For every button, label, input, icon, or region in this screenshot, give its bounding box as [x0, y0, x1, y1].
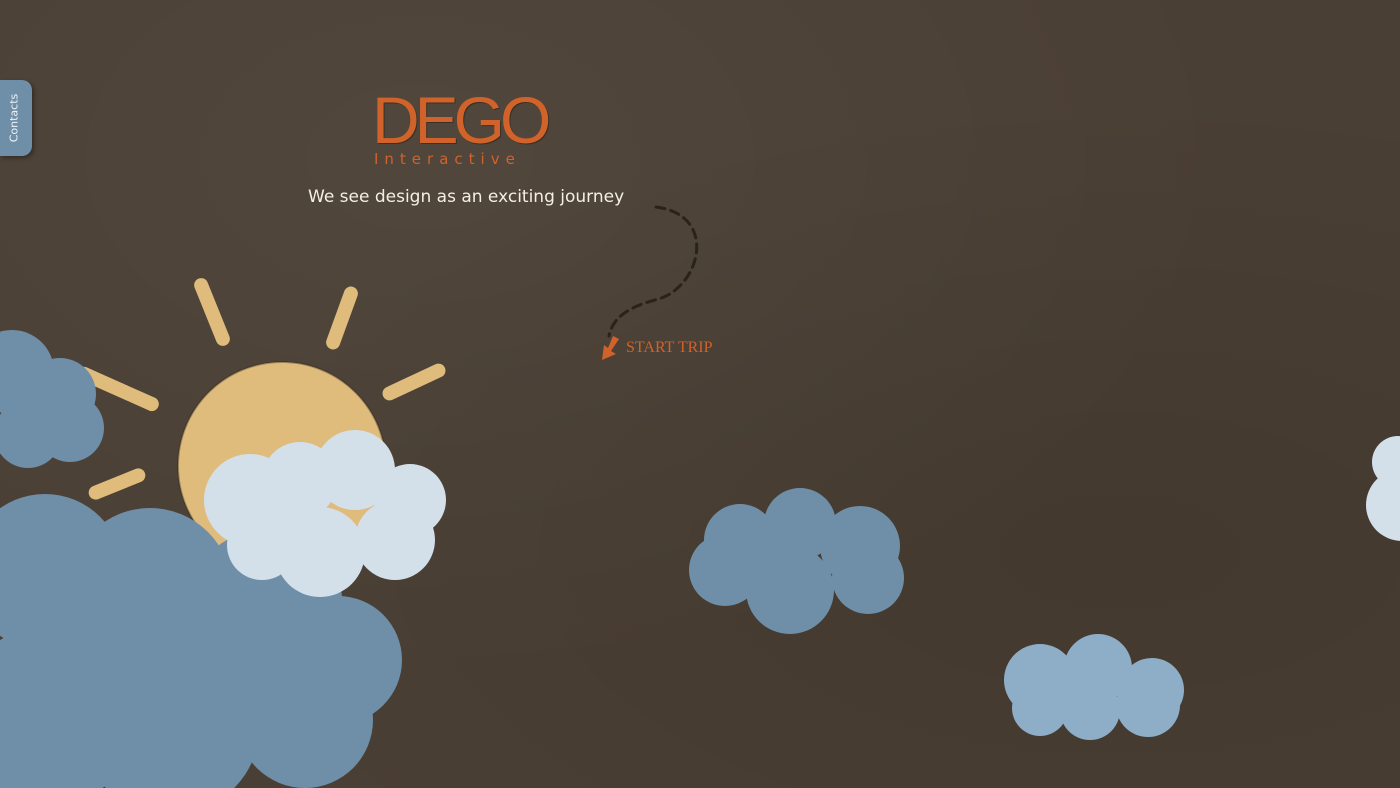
dashed-trip-path	[607, 205, 699, 338]
cloud-lower-right	[1004, 634, 1184, 740]
tagline: We see design as an exciting journey	[308, 187, 625, 207]
page-scene: Contacts DEGO Interactive We see design …	[0, 0, 1400, 788]
logo-title: DEGO	[372, 83, 551, 157]
cloud-top-left	[0, 330, 104, 468]
cloud-right-edge	[1366, 436, 1400, 541]
arrow-down-left-icon	[602, 336, 619, 360]
cloud-light-center	[204, 430, 446, 597]
start-trip-label: START TRIP	[626, 339, 713, 356]
contacts-tab-label: Contacts	[7, 93, 21, 143]
paper-landscape-art	[0, 205, 1400, 788]
start-trip-link[interactable]: START TRIP	[599, 333, 713, 363]
logo-subtitle: Interactive	[374, 150, 521, 168]
logo[interactable]: DEGO Interactive	[372, 83, 551, 168]
cloud-middle	[689, 488, 904, 634]
contacts-tab[interactable]: Contacts	[0, 80, 32, 156]
